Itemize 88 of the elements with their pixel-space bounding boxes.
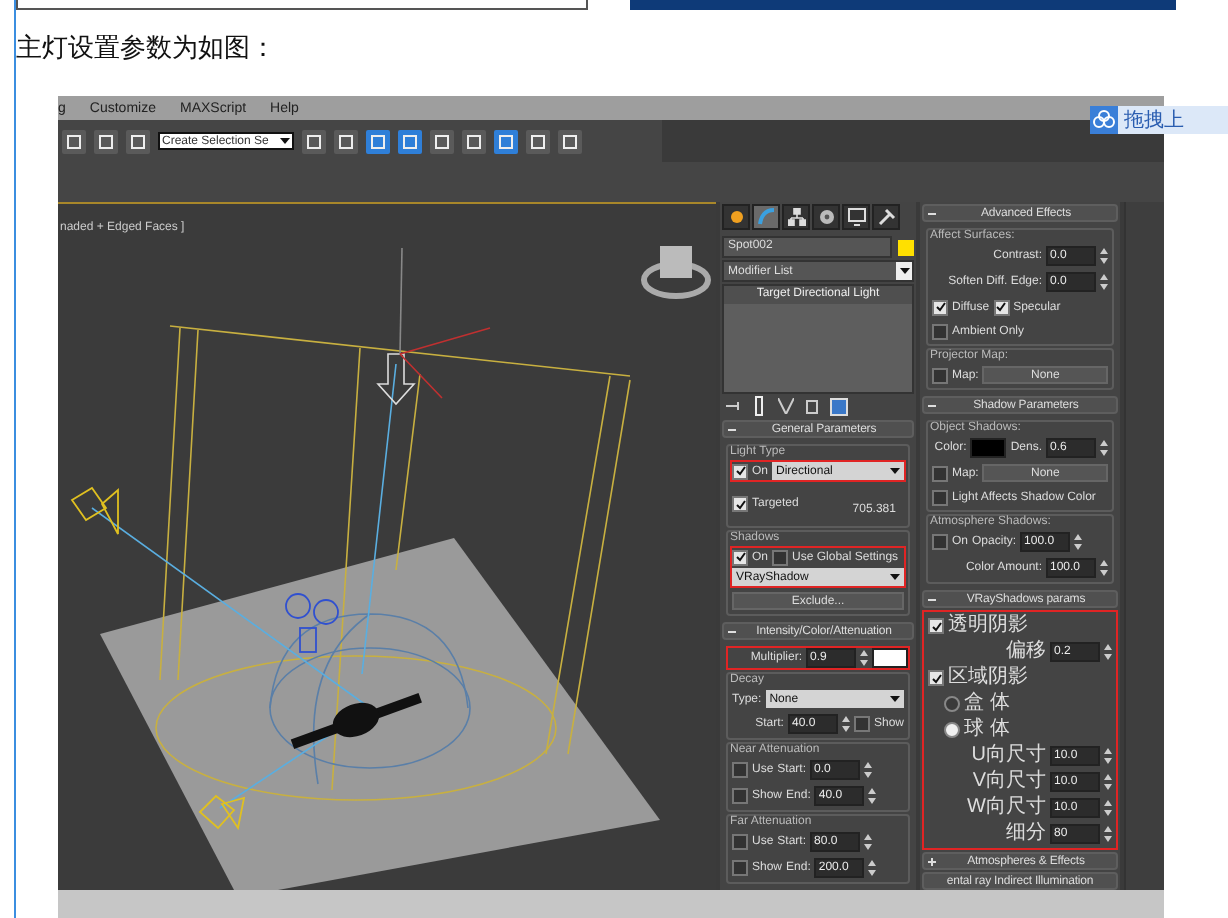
spinner-arrows-icon[interactable] [1104,800,1112,816]
arrow-light-icon [376,353,416,406]
radio-label: 球 体 [964,720,1010,740]
checkbox[interactable] [732,549,748,565]
checkbox[interactable] [732,860,748,876]
spinner-arrows-icon[interactable] [1074,534,1083,550]
panel-tab[interactable] [842,204,870,230]
curve-icon [757,208,775,226]
tool-icon[interactable] [462,129,486,153]
checkbox[interactable] [772,549,789,565]
tool-icon[interactable] [62,129,86,153]
spotlight-icon [198,794,246,831]
checkbox[interactable] [932,323,948,339]
spotlight-icon [70,486,119,535]
caret-icon [280,138,290,144]
spinner-arrows-icon[interactable] [860,650,868,666]
checkbox[interactable] [928,670,944,686]
monitor-icon [847,208,865,226]
tool-icon[interactable] [430,129,454,153]
color-swatch[interactable] [898,239,914,255]
checkbox[interactable] [732,788,748,804]
caret-icon [890,468,900,474]
checkbox[interactable] [853,716,870,732]
checkbox-label: 区域阴影 [948,668,1028,688]
tool-icon[interactable] [334,129,358,153]
hammer-icon [877,208,895,226]
spinner-arrows-icon[interactable] [1100,248,1108,264]
spinner-arrows-icon[interactable] [1104,748,1112,764]
field-label: 偏移 [1006,642,1046,662]
caret-icon [890,696,900,702]
checkbox-label: 透明阴影 [948,616,1028,636]
field-label: 细分 [1006,824,1046,844]
spinner-arrows-icon[interactable] [1100,560,1108,576]
tool-icon[interactable] [366,129,390,153]
checkbox[interactable] [932,299,948,315]
panel-tab[interactable] [872,204,900,230]
checkbox[interactable] [932,367,948,383]
cloud-icon [1090,106,1118,134]
panel-tab[interactable] [782,204,810,230]
caret-icon [890,574,900,580]
field-label: W向尺寸 [967,798,1046,818]
spinner-arrows-icon[interactable] [1100,440,1108,456]
tool-icon[interactable] [526,129,550,153]
spinner-arrows-icon[interactable] [1104,644,1112,660]
checkbox[interactable] [732,834,748,850]
radio-button[interactable] [944,722,960,738]
upload-button[interactable]: 拖拽上 [1090,106,1228,134]
tool-icon[interactable] [302,129,326,153]
tool-icon[interactable] [94,129,118,153]
figure-wireframe [285,593,339,653]
panel-tab[interactable] [812,204,840,230]
tool-icon[interactable] [126,129,150,153]
checkbox[interactable] [732,762,748,778]
checkbox[interactable] [932,465,948,481]
spinner-arrows-icon[interactable] [841,716,850,732]
color-swatch[interactable] [970,438,1007,458]
checkbox[interactable] [732,496,748,512]
tool-icon[interactable] [558,129,582,153]
spinner-arrows-icon[interactable] [864,834,873,850]
hierarchy-icon [787,208,805,226]
tool-icon[interactable] [398,129,422,153]
field-label: V向尺寸 [972,772,1046,792]
checkbox[interactable] [732,463,748,479]
viewcube-icon [641,246,711,299]
checkbox[interactable] [928,618,944,634]
radio-button[interactable] [944,696,960,712]
panel-tab[interactable] [722,204,750,230]
spinner-arrows-icon[interactable] [868,860,877,876]
disc-icon [817,208,835,226]
fork-icon[interactable] [778,398,794,415]
spinner-arrows-icon[interactable] [1100,274,1108,290]
bar-icon[interactable] [754,396,766,417]
radio-label: 盒 体 [964,694,1010,714]
tool-icon[interactable] [494,129,518,153]
checkbox[interactable] [932,534,948,550]
checkbox[interactable] [932,489,948,505]
spinner-arrows-icon[interactable] [864,762,873,778]
spinner-arrows-icon[interactable] [868,788,877,804]
panel-tab[interactable] [752,204,780,230]
spinner-arrows-icon[interactable] [1104,826,1112,842]
heading: 主灯设置参数为如图： [16,32,276,68]
sun-icon [727,208,745,226]
spinner-arrows-icon[interactable] [1104,774,1112,790]
field-label: U向尺寸 [971,746,1046,766]
checkbox[interactable] [993,299,1010,315]
caret-icon [899,268,909,274]
color-swatch[interactable] [872,648,908,668]
pin-icon[interactable] [726,400,742,413]
